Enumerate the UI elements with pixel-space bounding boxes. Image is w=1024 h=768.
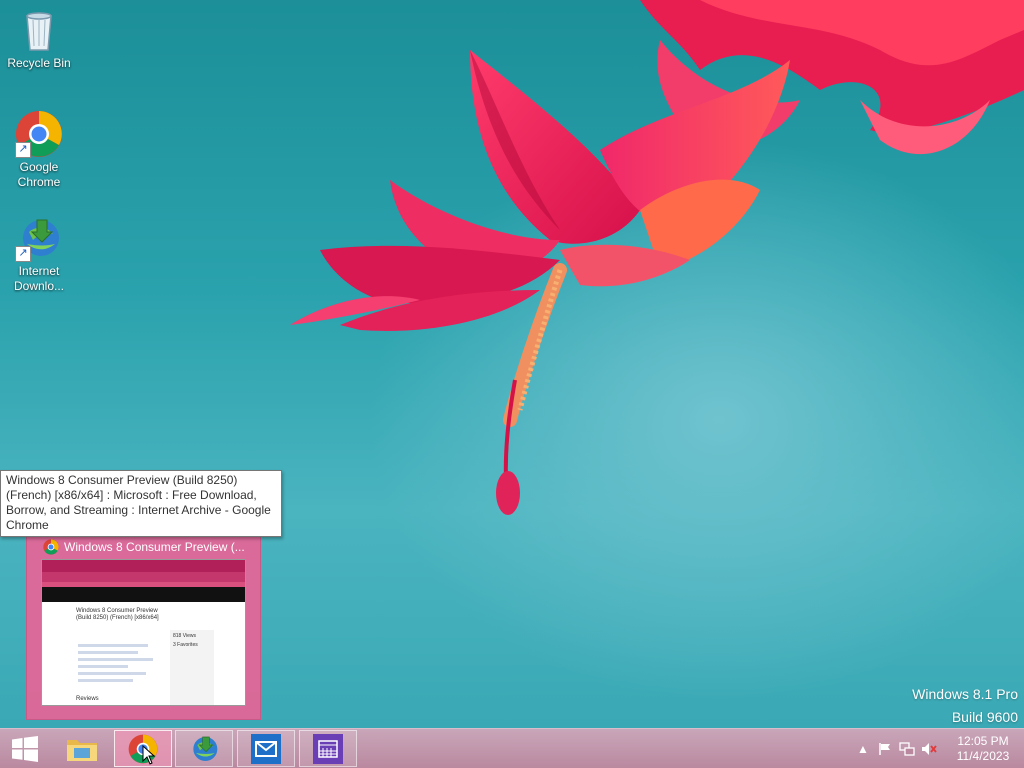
desktop-icon-recycle-bin[interactable]: Recycle Bin: [1, 6, 77, 71]
preview-tabbar: [42, 560, 245, 572]
windows-version-watermark: Windows 8.1 Pro Build 9600: [912, 686, 1018, 725]
preview-metadata-lines: [78, 640, 158, 686]
calendar-icon: [313, 733, 343, 764]
thumbnail-window-image: Windows 8 Consumer Preview (Build 8250) …: [41, 559, 246, 706]
taskbar: ▲ 12:05 PM 11/4/2023: [0, 728, 1024, 768]
taskbar-button-internet-download-manager[interactable]: [175, 730, 233, 767]
chrome-icon: ↗: [15, 110, 63, 158]
preview-views: 818 Views: [173, 633, 196, 639]
preview-stats-panel: 818 Views 3 Favorites: [170, 630, 214, 705]
preview-favorites: 3 Favorites: [173, 642, 198, 648]
preview-site-header: [42, 587, 245, 602]
recycle-bin-icon: [15, 6, 63, 54]
show-hidden-icons-icon[interactable]: ▲: [852, 729, 874, 768]
taskbar-button-calendar[interactable]: [299, 730, 357, 767]
volume-muted-icon[interactable]: [918, 729, 940, 768]
watermark-edition: Windows 8.1 Pro: [912, 686, 1018, 702]
shortcut-arrow-icon: ↗: [15, 246, 31, 262]
taskbar-clock[interactable]: 12:05 PM 11/4/2023: [948, 734, 1018, 764]
thumbnail-title-text: Windows 8 Consumer Preview (...: [64, 540, 245, 554]
desktop-icon-label: Internet Downlo...: [13, 264, 65, 293]
taskbar-button-google-chrome[interactable]: [114, 730, 172, 767]
action-center-flag-icon[interactable]: [874, 729, 896, 768]
taskbar-button-file-explorer[interactable]: [53, 730, 111, 767]
taskbar-button-mail[interactable]: [237, 730, 295, 767]
windows-logo-icon: [12, 736, 38, 762]
desktop-icon-label: Google Chrome: [17, 160, 61, 189]
desktop-icon-internet-download-manager[interactable]: ↗ Internet Downlo...: [1, 214, 77, 294]
desktop-icon-google-chrome[interactable]: ↗ Google Chrome: [1, 110, 77, 190]
system-tray: ▲ 12:05 PM 11/4/2023: [852, 729, 1024, 768]
network-icon[interactable]: [896, 729, 918, 768]
folder-icon: [67, 739, 97, 761]
watermark-build: Build 9600: [951, 709, 1018, 725]
clock-date: 11/4/2023: [956, 749, 1010, 763]
mouse-cursor-icon: [142, 745, 156, 765]
thumbnail-title: Windows 8 Consumer Preview (...: [43, 539, 245, 555]
mail-icon: [251, 733, 281, 764]
idm-icon: [193, 736, 218, 761]
clock-time: 12:05 PM: [957, 734, 1009, 748]
preview-reviews: Reviews: [76, 696, 99, 702]
taskbar-thumbnail-preview[interactable]: Windows 8 Consumer Preview (... Windows …: [26, 521, 261, 720]
chrome-icon: [43, 539, 59, 555]
desktop-icon-label: Recycle Bin: [7, 56, 71, 70]
shortcut-arrow-icon: ↗: [15, 142, 31, 158]
idm-icon: ↗: [15, 214, 63, 262]
start-button[interactable]: [0, 729, 50, 768]
window-title-tooltip: Windows 8 Consumer Preview (Build 8250) …: [0, 470, 282, 537]
preview-page-title: Windows 8 Consumer Preview (Build 8250) …: [76, 608, 159, 621]
preview-toolbar: [42, 572, 245, 582]
